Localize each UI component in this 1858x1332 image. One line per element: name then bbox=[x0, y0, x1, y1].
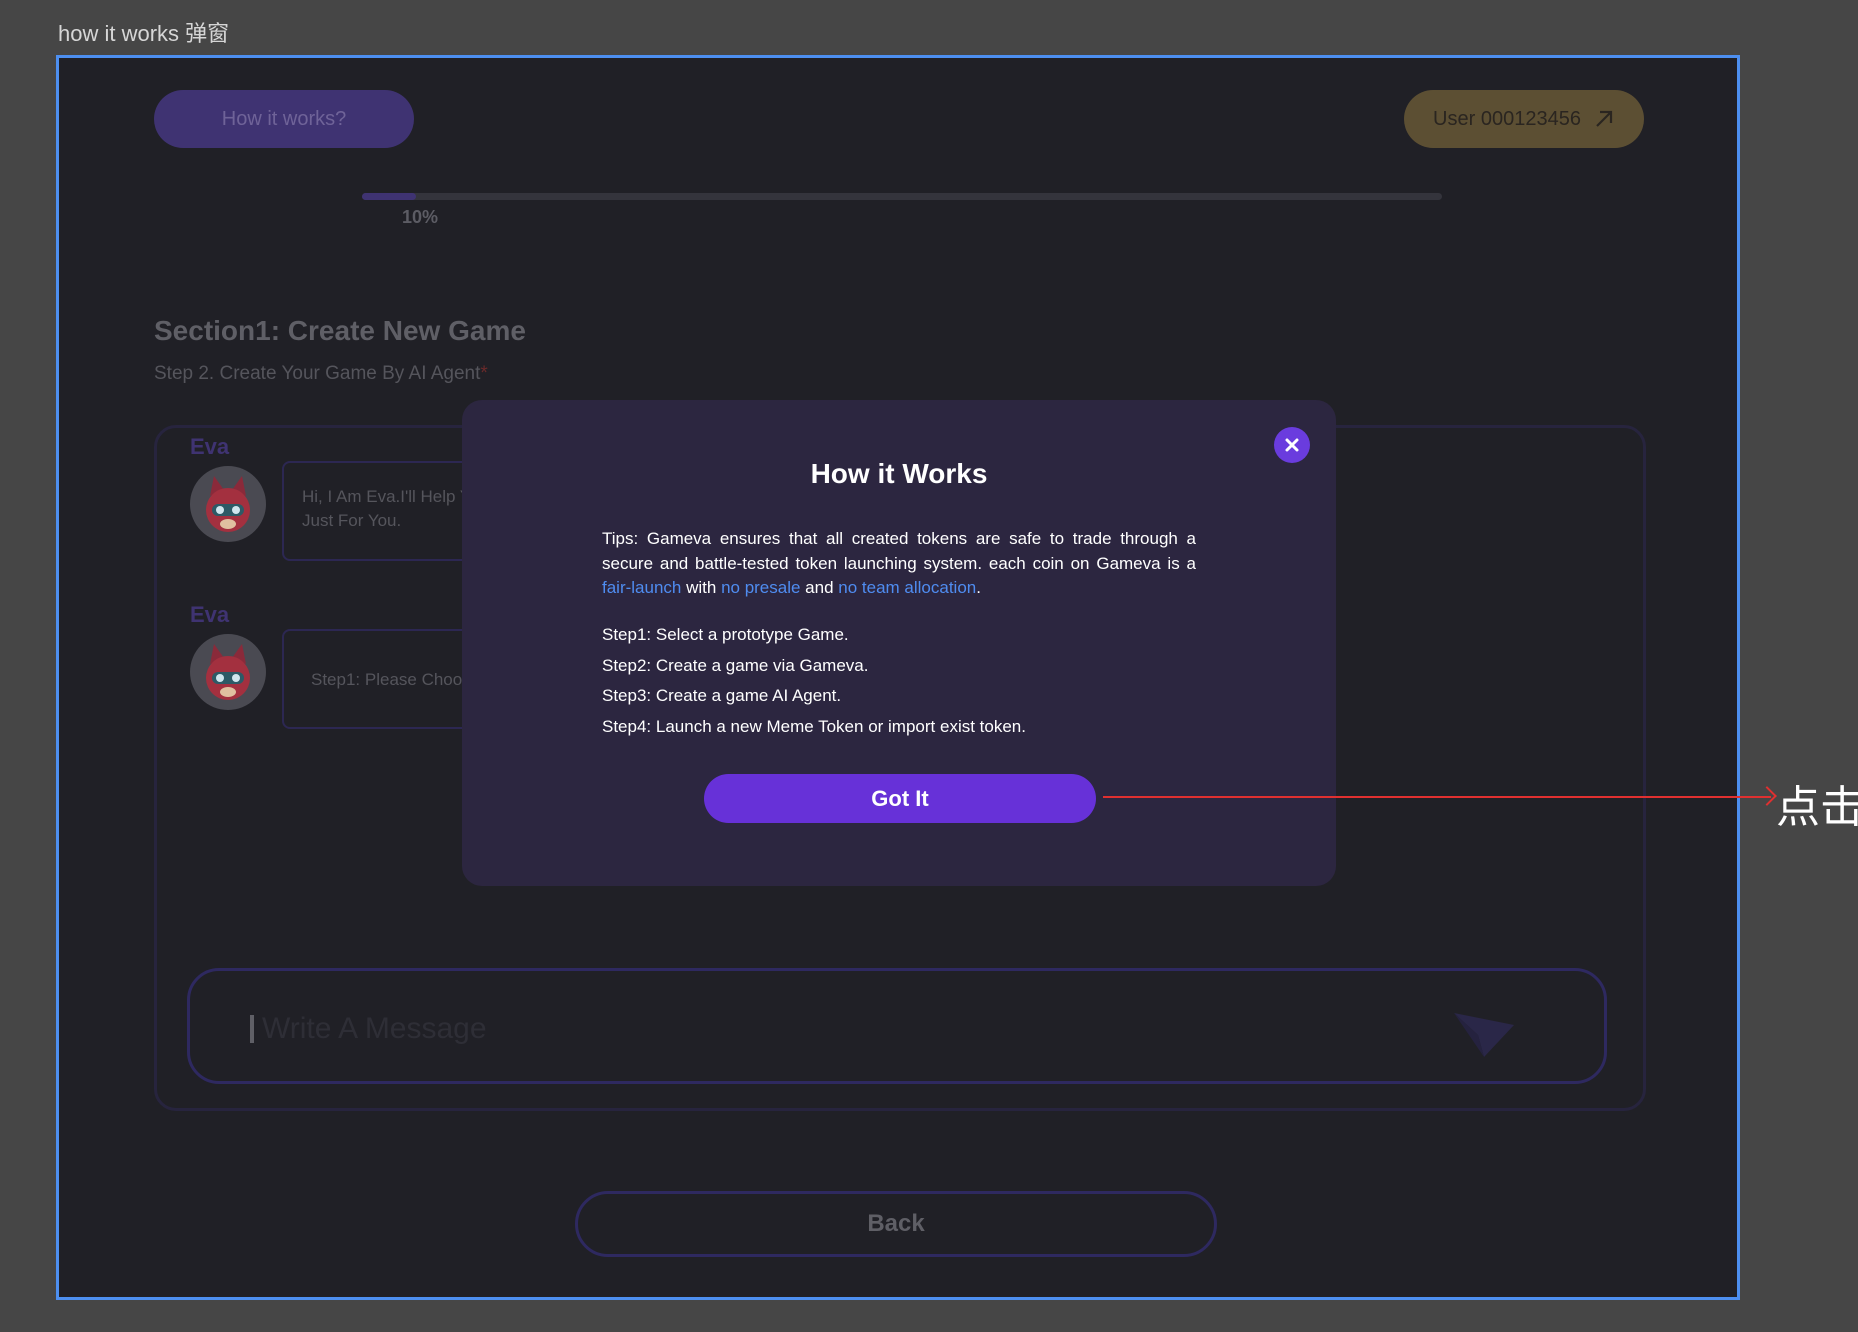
progress-label: 10% bbox=[402, 207, 439, 227]
fair-launch-link[interactable]: fair-launch bbox=[602, 578, 681, 597]
text-caret bbox=[250, 1015, 254, 1043]
how-it-works-button[interactable]: How it works? bbox=[154, 90, 414, 148]
progress-bar bbox=[362, 193, 1442, 200]
how-it-works-modal: How it Works Tips: Gameva ensures that a… bbox=[462, 400, 1336, 886]
message-bubble: Hi, I Am Eva.I'll Help Y Just For You. bbox=[282, 461, 482, 561]
no-team-allocation-link[interactable]: no team allocation bbox=[838, 578, 976, 597]
message-bubble: Step1: Please Choos bbox=[282, 629, 482, 729]
message-sender: Eva bbox=[190, 602, 230, 627]
message-sender: Eva bbox=[190, 434, 230, 459]
progress-fill bbox=[362, 193, 416, 200]
modal-tips: Tips: Gameva ensures that all created to… bbox=[602, 529, 1196, 597]
send-icon[interactable] bbox=[1452, 1007, 1516, 1059]
annotation-arrow-line bbox=[1103, 796, 1771, 798]
back-button[interactable]: Back bbox=[575, 1191, 1217, 1257]
no-presale-link[interactable]: no presale bbox=[721, 578, 800, 597]
canvas-label: how it works 弹窗 bbox=[58, 21, 230, 46]
close-icon bbox=[1285, 438, 1299, 452]
app-frame: How it works? User 000123456 10% Section… bbox=[56, 55, 1740, 1300]
section-title: Section1: Create New Game bbox=[154, 315, 526, 346]
annotation-arrow-head bbox=[1757, 786, 1777, 806]
annotation-text: 点击 bbox=[1776, 783, 1858, 832]
got-it-button[interactable]: Got It bbox=[704, 774, 1096, 823]
step-item: Step4: Launch a new Meme Token or import… bbox=[602, 716, 1026, 736]
user-label: User 000123456 bbox=[1433, 107, 1581, 130]
step-item: Step1: Select a prototype Game. bbox=[602, 625, 849, 644]
external-link-icon bbox=[1596, 110, 1613, 127]
step-item: Step2: Create a game via Gameva. bbox=[602, 655, 869, 675]
section-subtitle: Step 2. Create Your Game By AI Agent* bbox=[154, 363, 488, 384]
modal-title: How it Works bbox=[810, 458, 988, 489]
modal-steps: Step1: Select a prototype Game. Step2: C… bbox=[602, 620, 1026, 742]
message-input[interactable] bbox=[262, 1007, 1362, 1051]
message-input-box[interactable] bbox=[187, 968, 1607, 1084]
user-button[interactable]: User 000123456 bbox=[1404, 90, 1644, 148]
eva-avatar bbox=[190, 466, 266, 542]
step-item: Step3: Create a game AI Agent. bbox=[602, 686, 842, 705]
eva-avatar bbox=[190, 634, 266, 710]
required-mark: * bbox=[480, 363, 488, 384]
